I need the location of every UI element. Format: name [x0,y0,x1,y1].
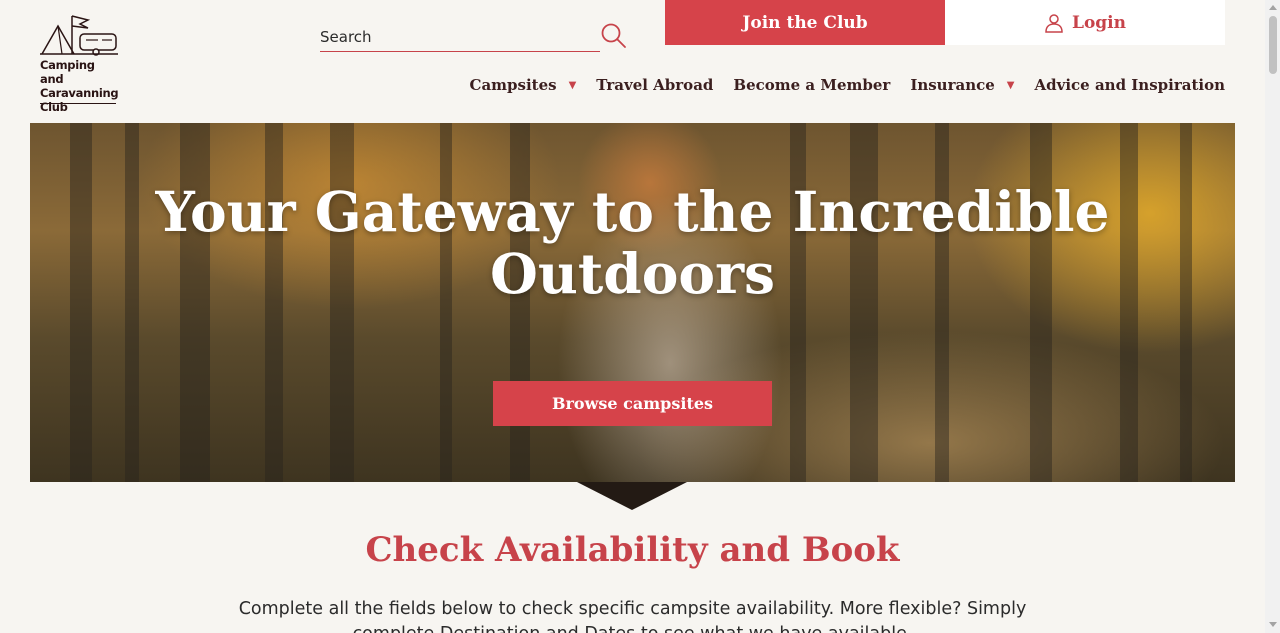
club-logo[interactable]: Camping and Caravanning Club [40,14,119,114]
nav-item-advice-inspiration[interactable]: Advice and Inspiration [1035,76,1226,94]
nav-label: Advice and Inspiration [1034,76,1226,94]
logo-line-2: Caravanning [40,86,119,100]
user-icon [1045,13,1063,33]
nav-item-become-member[interactable]: Become a Member [733,76,890,94]
hero-pointer [577,482,687,510]
login-label: Login [1072,12,1126,33]
scrollbar-thumb[interactable] [1269,16,1277,74]
search-bar [320,18,628,54]
login-button[interactable]: Login [945,0,1225,45]
nav-item-campsites[interactable]: Campsites ▼ [470,76,577,94]
logo-line-1: Camping and [40,58,95,86]
nav-label: Insurance [910,76,995,94]
page-scrollbar[interactable] [1265,0,1280,633]
nav-item-travel-abroad[interactable]: Travel Abroad [596,76,713,94]
logo-wordmark: Camping and Caravanning Club [40,58,119,114]
scroll-up-icon[interactable] [1269,5,1277,10]
nav-label: Travel Abroad [596,76,714,94]
main-navigation: Campsites ▼ Travel Abroad Become a Membe… [470,72,1226,98]
logo-underline [40,103,116,104]
nav-item-insurance[interactable]: Insurance ▼ [910,76,1014,94]
availability-title: Check Availability and Book [365,530,900,570]
nav-label: Become a Member [733,76,891,94]
chevron-down-icon: ▼ [1006,79,1015,91]
search-input[interactable] [320,22,600,52]
browse-campsites-button[interactable]: Browse campsites [493,381,772,426]
chevron-down-icon: ▼ [568,79,577,91]
join-club-button[interactable]: Join the Club [665,0,945,45]
scroll-down-icon[interactable] [1269,622,1277,627]
tent-caravan-logo-icon [40,15,118,56]
availability-description: Complete all the fields below to check s… [238,599,1027,633]
nav-label: Campsites [469,76,557,94]
search-icon[interactable] [600,22,628,50]
hero-banner: Your Gateway to the Incredible Outdoors … [30,123,1235,482]
hero-title: Your Gateway to the Incredible Outdoors [155,179,1110,306]
